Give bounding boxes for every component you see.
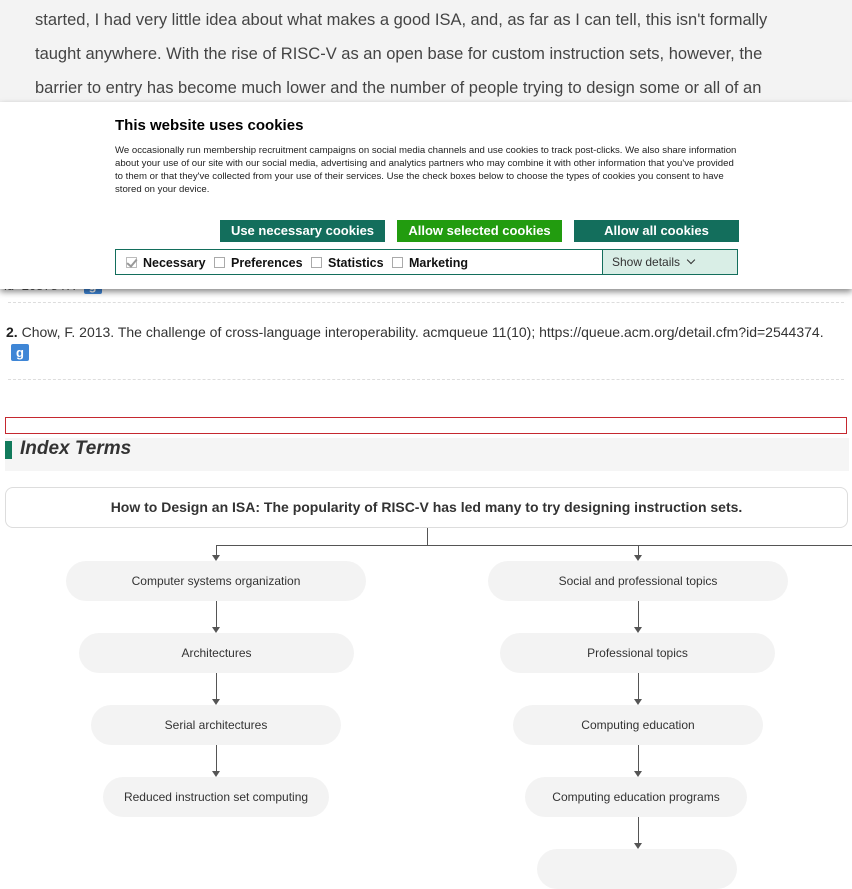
article-line-1: started, I had very little idea about wh… [35,11,768,29]
index-term-node[interactable]: Reduced instruction set computing [103,777,329,817]
cookie-option-label: Preferences [231,256,303,270]
index-term-node[interactable]: Computing education programs [525,777,747,817]
tree-connector [216,601,217,627]
tree-connector [638,673,639,699]
article-line-2: taught anywhere. With the rise of RISC-V… [35,45,763,63]
cookie-option-statistics[interactable]: Statistics [311,256,384,270]
index-term-node[interactable]: Social and professional topics [488,561,788,601]
reference-2-number: 2. [6,324,18,340]
reference-2-text: Chow, F. 2013. The challenge of cross-la… [21,324,824,340]
cookie-options-bar: Necessary Preferences Statistics Marketi… [115,249,738,275]
tree-connector [216,673,217,699]
index-term-node[interactable]: Computer systems organization [66,561,366,601]
index-terms-header: Index Terms [5,438,849,471]
cookie-option-label: Necessary [143,256,206,270]
tree-connector [638,745,639,771]
cookie-option-preferences[interactable]: Preferences [214,256,303,270]
divider [8,379,844,380]
checkbox-checked-icon[interactable] [126,257,137,269]
checkbox-icon[interactable] [311,257,322,269]
highlight-box [5,417,847,434]
article-body: started, I had very little idea about wh… [0,0,852,102]
cookie-option-label: Marketing [409,256,469,270]
google-scholar-icon[interactable]: g [11,344,29,361]
allow-selected-cookies-button[interactable]: Allow selected cookies [397,220,562,242]
tree-connector [216,745,217,771]
tree-connector [638,601,639,627]
article-line-3: barrier to entry has become much lower a… [35,79,762,97]
show-details-label: Show details [612,255,681,269]
checkbox-icon[interactable] [392,257,403,269]
section-accent-bar [5,441,12,459]
index-terms-title: Index Terms [20,438,132,459]
cookie-option-label: Statistics [328,256,384,270]
index-tree-root: How to Design an ISA: The popularity of … [5,487,848,528]
checkbox-icon[interactable] [214,257,225,269]
cookie-option-necessary[interactable]: Necessary [126,256,206,270]
tree-connector [638,817,639,843]
index-term-node-partial[interactable] [537,849,737,889]
index-term-node[interactable]: Architectures [79,633,354,673]
use-necessary-cookies-button[interactable]: Use necessary cookies only [220,220,385,260]
chevron-down-icon [686,255,696,265]
divider [8,302,844,303]
cookie-banner-description: We occasionally run membership recruitme… [115,145,737,195]
index-term-node[interactable]: Computing education [513,705,763,745]
index-term-node[interactable]: Professional topics [500,633,775,673]
cookie-option-marketing[interactable]: Marketing [392,256,468,270]
reference-2: 2. Chow, F. 2013. The challenge of cross… [6,324,824,340]
tree-connector [216,545,852,546]
cookie-banner: This website uses cookies We occasionall… [0,102,852,289]
allow-all-cookies-button[interactable]: Allow all cookies [574,220,739,242]
cookie-banner-title: This website uses cookies [115,117,304,134]
tree-connector [427,528,428,545]
index-term-node[interactable]: Serial architectures [91,705,341,745]
show-details-button[interactable]: Show details [602,250,737,274]
